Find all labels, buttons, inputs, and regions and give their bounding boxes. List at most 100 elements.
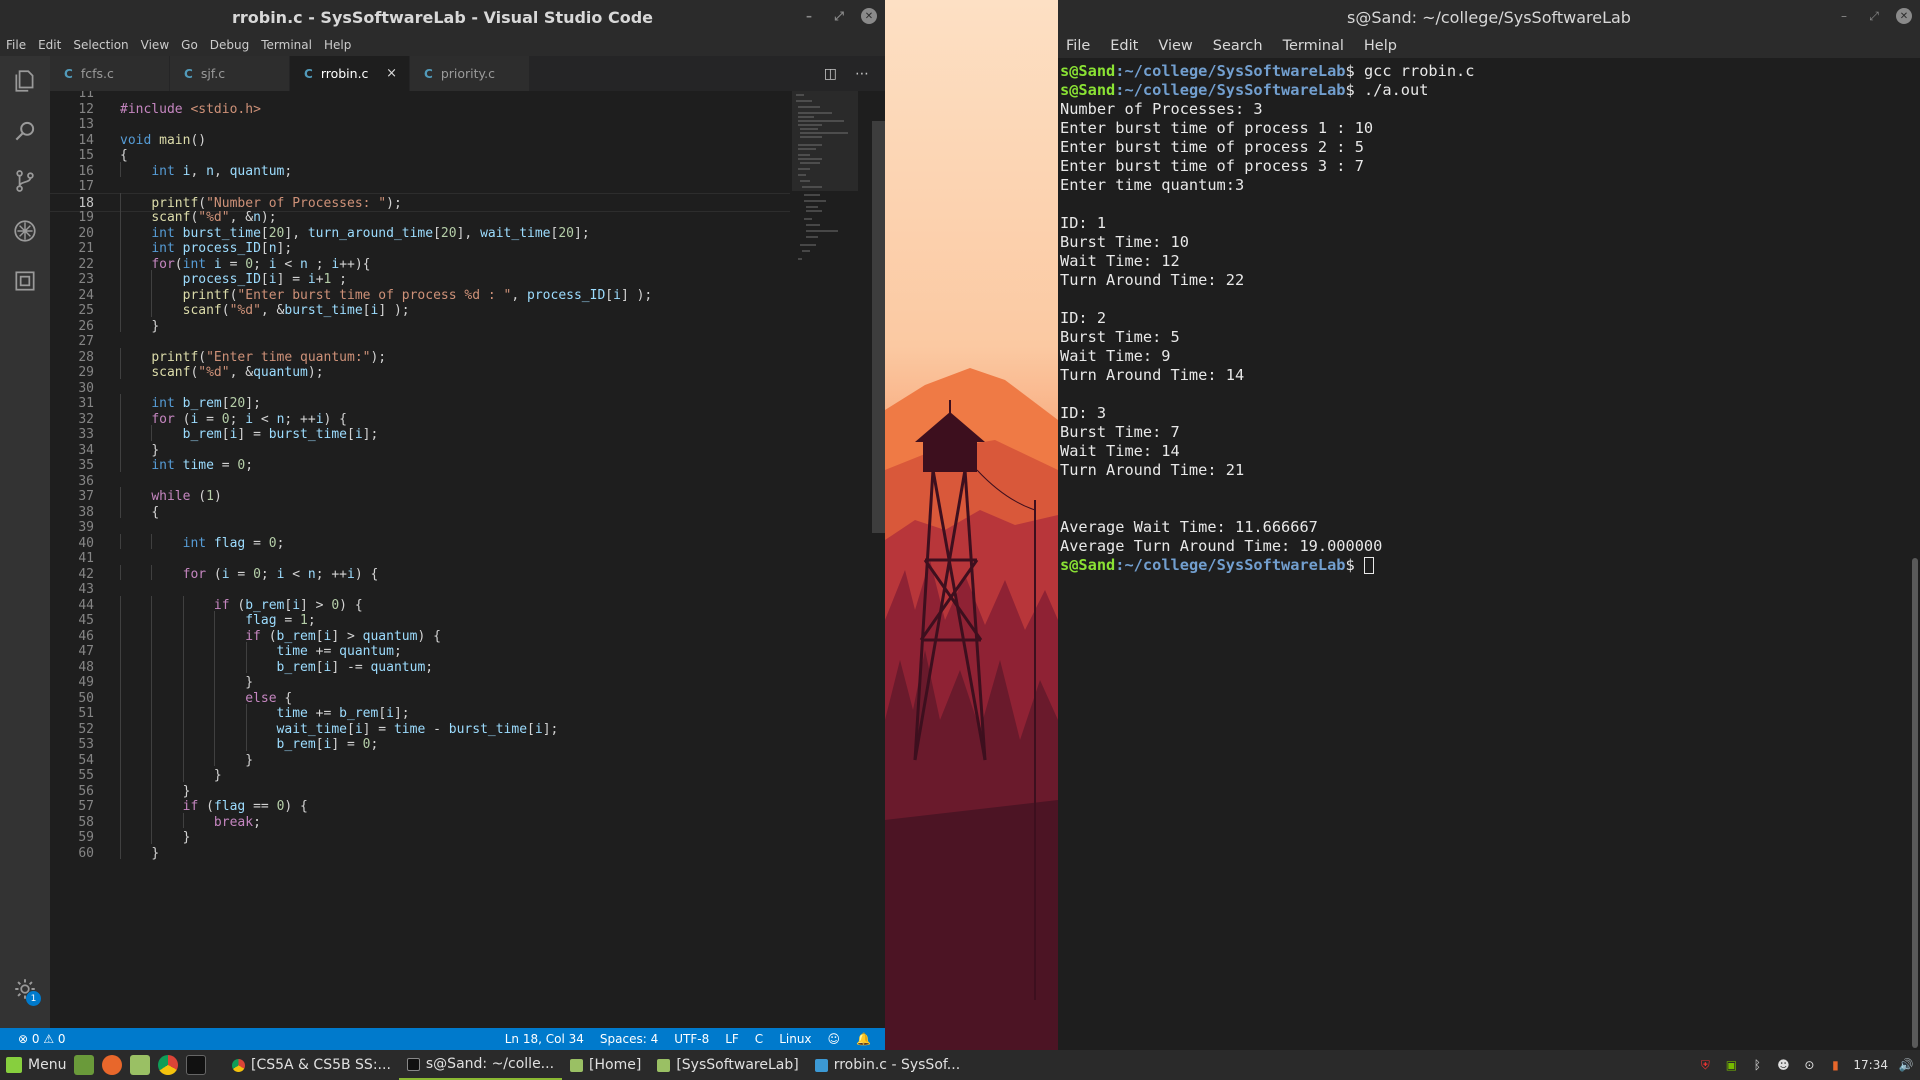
language-mode[interactable]: C <box>755 1032 763 1046</box>
indent-guide <box>151 270 153 286</box>
minimize-icon[interactable]: – <box>801 8 817 24</box>
menu-go[interactable]: Go <box>181 38 198 52</box>
shield-icon[interactable]: ⛨ <box>1697 1057 1713 1073</box>
indent-guide <box>120 766 121 782</box>
chrome-icon[interactable] <box>158 1055 178 1075</box>
indentation[interactable]: Spaces: 4 <box>600 1032 658 1046</box>
menu-file[interactable]: File <box>6 38 26 52</box>
bluetooth-icon[interactable]: ᛒ <box>1749 1057 1765 1073</box>
close-icon[interactable]: ✕ <box>1896 8 1912 24</box>
indent-guide <box>151 285 153 301</box>
indent-guide <box>120 719 121 735</box>
folder-icon <box>570 1058 584 1072</box>
taskbar-window-label: rrobin.c - SysSof... <box>833 1057 961 1073</box>
tab-priority-c[interactable]: Cpriority.c <box>410 56 530 91</box>
terminal-scrollbar[interactable] <box>1912 558 1918 1048</box>
indent-guide <box>151 812 153 828</box>
terminal-output[interactable]: s@Sand:~/college/SysSoftwareLab$ gcc rro… <box>1060 62 1474 575</box>
nvidia-icon[interactable]: ▣ <box>1723 1057 1739 1073</box>
terminal-launcher-icon[interactable] <box>186 1055 206 1075</box>
problems-indicator[interactable]: ⊗ 0 ⚠ 0 <box>18 1032 66 1046</box>
indent-guide <box>182 642 184 658</box>
cursor-position[interactable]: Ln 18, Col 34 <box>505 1032 584 1046</box>
menu-view[interactable]: View <box>141 38 169 52</box>
tab-sjf-c[interactable]: Csjf.c <box>170 56 290 91</box>
indent-guide <box>120 673 121 689</box>
feedback-smiley-icon[interactable]: ☺ <box>828 1032 841 1046</box>
notifications-bell-icon[interactable]: 🔔 <box>856 1032 871 1046</box>
start-menu-label: Menu <box>28 1057 67 1073</box>
taskbar-window-0[interactable]: [CS5A & CS5B SS:... <box>224 1050 399 1080</box>
explorer-icon[interactable] <box>0 56 50 106</box>
prompt-command: gcc rrobin.c <box>1354 62 1475 80</box>
terminal-menu-search[interactable]: Search <box>1213 38 1263 54</box>
start-menu-button[interactable]: Menu <box>0 1057 74 1073</box>
terminal-menu-help[interactable]: Help <box>1364 38 1397 54</box>
encoding[interactable]: UTF-8 <box>674 1032 709 1046</box>
indent-guide <box>151 828 153 844</box>
maximize-icon[interactable]: ⤢ <box>831 8 847 24</box>
settings-gear-icon[interactable]: 1 <box>0 964 50 1014</box>
taskbar-window-3[interactable]: [SysSoftwareLab] <box>649 1050 806 1080</box>
menu-terminal[interactable]: Terminal <box>261 38 312 52</box>
indent-guide <box>214 750 216 766</box>
taskbar-window-label: [CS5A & CS5B SS:... <box>251 1057 391 1073</box>
tab-rrobin-c[interactable]: Crrobin.c × <box>290 56 410 91</box>
taskbar-window-1[interactable]: s@Sand: ~/colle... <box>398 1050 563 1080</box>
files-icon[interactable] <box>130 1055 150 1075</box>
taskbar-window-4[interactable]: rrobin.c - SysSof... <box>807 1050 968 1080</box>
menu-selection[interactable]: Selection <box>73 38 128 52</box>
indent-guide <box>151 657 153 673</box>
c-file-icon: C <box>304 66 313 81</box>
menu-help[interactable]: Help <box>324 38 351 52</box>
indent-guide <box>182 750 184 766</box>
vscode-titlebar: rrobin.c - SysSoftwareLab - Visual Studi… <box>0 0 885 34</box>
taskbar-window-2[interactable]: [Home] <box>562 1050 649 1080</box>
indent-guide <box>151 595 153 611</box>
tab-close-icon[interactable]: × <box>386 66 397 81</box>
code-editor[interactable]: 11 12 #include <stdio.h> 13 14 void main() 15{… <box>50 91 885 1028</box>
indent-guide <box>182 611 184 627</box>
output-text: Turn Around Time: 21 <box>1060 461 1245 479</box>
close-icon[interactable]: ✕ <box>861 8 877 24</box>
wifi-icon[interactable]: ⊙ <box>1801 1057 1817 1073</box>
clock[interactable]: 17:34 <box>1853 1057 1888 1073</box>
menu-edit[interactable]: Edit <box>38 38 61 52</box>
minimize-icon[interactable]: – <box>1836 8 1852 24</box>
menu-debug[interactable]: Debug <box>210 38 249 52</box>
firefox-icon[interactable] <box>102 1055 122 1075</box>
extensions-icon[interactable] <box>0 256 50 306</box>
minimap[interactable] <box>792 91 882 271</box>
line-ending[interactable]: LF <box>725 1032 739 1046</box>
terminal-menu-file[interactable]: File <box>1066 38 1090 54</box>
os-indicator[interactable]: Linux <box>779 1032 811 1046</box>
indent-guide <box>120 394 121 410</box>
output-text: ID: 1 <box>1060 214 1107 232</box>
indent-guide <box>120 688 121 704</box>
tab-fcfs-c[interactable]: Cfcfs.c <box>50 56 170 91</box>
split-editor-icon[interactable]: ◫ <box>824 66 837 82</box>
more-actions-icon[interactable]: ⋯ <box>855 66 869 82</box>
indent-guide <box>151 688 153 704</box>
indent-guide <box>120 750 121 766</box>
terminal-output-line: Turn Around Time: 21 <box>1060 461 1474 480</box>
indent-guide <box>120 502 121 518</box>
editor-scrollbar-thumb[interactable] <box>872 121 885 533</box>
debug-icon[interactable] <box>0 206 50 256</box>
battery-icon[interactable]: ▮ <box>1827 1057 1843 1073</box>
search-icon[interactable] <box>0 106 50 156</box>
show-desktop-icon[interactable] <box>74 1055 94 1075</box>
terminal-menu-terminal[interactable]: Terminal <box>1283 38 1344 54</box>
terminal-output-line: Average Turn Around Time: 19.000000 <box>1060 537 1474 556</box>
user-icon[interactable]: ☻ <box>1775 1057 1791 1073</box>
indent-guide <box>151 564 153 580</box>
source-control-icon[interactable] <box>0 156 50 206</box>
indent-guide <box>182 719 184 735</box>
volume-icon[interactable]: 🔊 <box>1898 1057 1914 1073</box>
terminal-menu-view[interactable]: View <box>1158 38 1192 54</box>
indent-guide <box>245 704 247 720</box>
terminal-menu-edit[interactable]: Edit <box>1110 38 1138 54</box>
mint-logo-icon <box>6 1057 22 1073</box>
maximize-icon[interactable]: ⤢ <box>1866 8 1882 24</box>
